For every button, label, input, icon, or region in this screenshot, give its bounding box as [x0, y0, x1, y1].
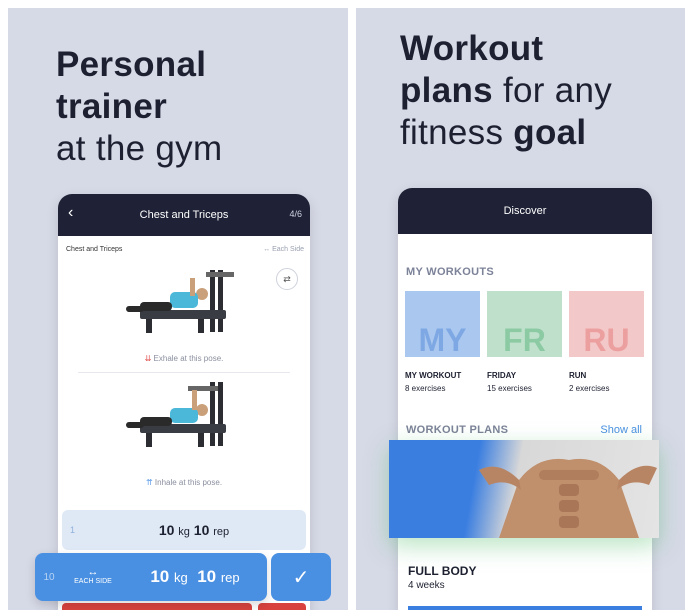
- headline-goal: goal: [513, 113, 587, 152]
- headline-fitness: fitness: [400, 113, 504, 152]
- workout-count: 8 exercises: [405, 384, 446, 393]
- checkmark-icon: ✓: [292, 566, 310, 589]
- workout-count: 15 exercises: [487, 384, 532, 393]
- set-weight-unit: kg: [178, 526, 190, 538]
- tile-initials: MY: [418, 322, 467, 357]
- each-side-toggle[interactable]: ↔ EACH SIDE: [63, 567, 123, 587]
- each-side-text: EACH SIDE: [74, 578, 112, 585]
- discover-screen: Discover MY WORKOUTS MY FR RU MY WORKOUT…: [398, 188, 652, 610]
- exhale-text: Exhale at this pose.: [153, 354, 224, 363]
- complete-set-button[interactable]: ✓: [271, 553, 331, 601]
- each-side-arrow-icon: ↔: [87, 566, 99, 578]
- exhale-note: ⇊ Exhale at this pose.: [58, 354, 310, 363]
- left-headline: Personal trainer at the gym: [56, 44, 222, 170]
- swap-exercise-icon[interactable]: ⇄: [276, 268, 298, 290]
- workout-tile-run[interactable]: RU: [569, 291, 644, 357]
- headline-workout: Workout: [400, 29, 544, 68]
- discover-nav-title: Discover: [503, 205, 547, 217]
- headline-for-any: for any: [502, 71, 613, 110]
- exercise-nav-title: Chest and Triceps: [139, 209, 229, 221]
- next-plan-card[interactable]: [408, 606, 642, 610]
- each-side-label: Each Side: [272, 246, 304, 253]
- next-set-strip[interactable]: [62, 603, 252, 610]
- torso-image: [479, 458, 657, 538]
- workout-tile-my[interactable]: MY: [405, 291, 480, 357]
- inhale-text: Inhale at this pose.: [154, 478, 223, 487]
- plan-card-photo: [459, 440, 659, 538]
- plan-duration: 4 weeks: [408, 580, 445, 591]
- workout-plans-title: WORKOUT PLANS: [406, 424, 509, 436]
- active-set-bar[interactable]: 10 ↔ EACH SIDE 10 kg 10 rep: [35, 553, 267, 601]
- set-weight: 10: [158, 522, 175, 538]
- tile-initials: RU: [583, 322, 630, 357]
- workout-tile-friday[interactable]: FR: [487, 291, 562, 357]
- inhale-note: ⇈ Inhale at this pose.: [58, 478, 310, 487]
- set-row-1[interactable]: 1 10 kg 10 rep: [62, 510, 306, 550]
- show-all-link[interactable]: Show all: [600, 424, 642, 436]
- tile-initials: FR: [503, 322, 546, 357]
- set-reps: 10: [193, 522, 210, 538]
- each-side-hint: ↔ Each Side: [263, 246, 304, 253]
- left-promo-panel: Personal trainer at the gym ‹ Chest and …: [8, 8, 348, 610]
- headline-trainer: trainer: [56, 87, 168, 126]
- set-number: 1: [70, 525, 76, 535]
- inhale-arrow-icon: ⇈: [145, 478, 153, 487]
- my-workouts-title: MY WORKOUTS: [406, 266, 495, 278]
- active-weight: 10: [150, 567, 170, 586]
- headline-at-gym: at the gym: [56, 129, 223, 168]
- bench-press-up-image: [126, 270, 234, 333]
- right-headline: Workout plans for any fitness goal: [400, 28, 612, 154]
- exercise-subheader: Chest and Triceps ↔ Each Side: [58, 236, 310, 253]
- exercise-label: Chest and Triceps: [66, 246, 123, 253]
- next-set-strip-right[interactable]: [258, 603, 306, 610]
- set-values: 10 kg 10 rep: [82, 522, 306, 538]
- headline-personal: Personal: [56, 45, 207, 84]
- active-set-number: 10: [43, 571, 55, 583]
- set-reps-unit: rep: [213, 526, 230, 538]
- workout-name: FRIDAY: [487, 371, 517, 380]
- back-chevron-icon[interactable]: ‹: [68, 205, 84, 221]
- active-weight-unit: kg: [174, 570, 188, 585]
- bench-press-down-image: [126, 382, 226, 447]
- active-set-values: 10 kg 10 rep: [123, 567, 267, 587]
- exercise-nav-bar: ‹ Chest and Triceps 4/6: [58, 194, 310, 236]
- workout-name: MY WORKOUT: [405, 371, 462, 380]
- exercise-screen: ‹ Chest and Triceps 4/6 Chest and Tricep…: [58, 194, 310, 610]
- workout-name: RUN: [569, 371, 587, 380]
- pose-divider: [78, 372, 290, 373]
- headline-plans: plans: [400, 71, 493, 110]
- workout-count: 2 exercises: [569, 384, 610, 393]
- exhale-arrow-icon: ⇊: [144, 354, 152, 363]
- active-reps: 10: [197, 567, 217, 586]
- exercise-counter: 4/6: [289, 209, 302, 219]
- plan-title: FULL BODY: [408, 564, 477, 578]
- full-body-plan-card[interactable]: [389, 440, 659, 538]
- discover-nav-bar: Discover: [398, 188, 652, 234]
- active-reps-unit: rep: [220, 570, 240, 585]
